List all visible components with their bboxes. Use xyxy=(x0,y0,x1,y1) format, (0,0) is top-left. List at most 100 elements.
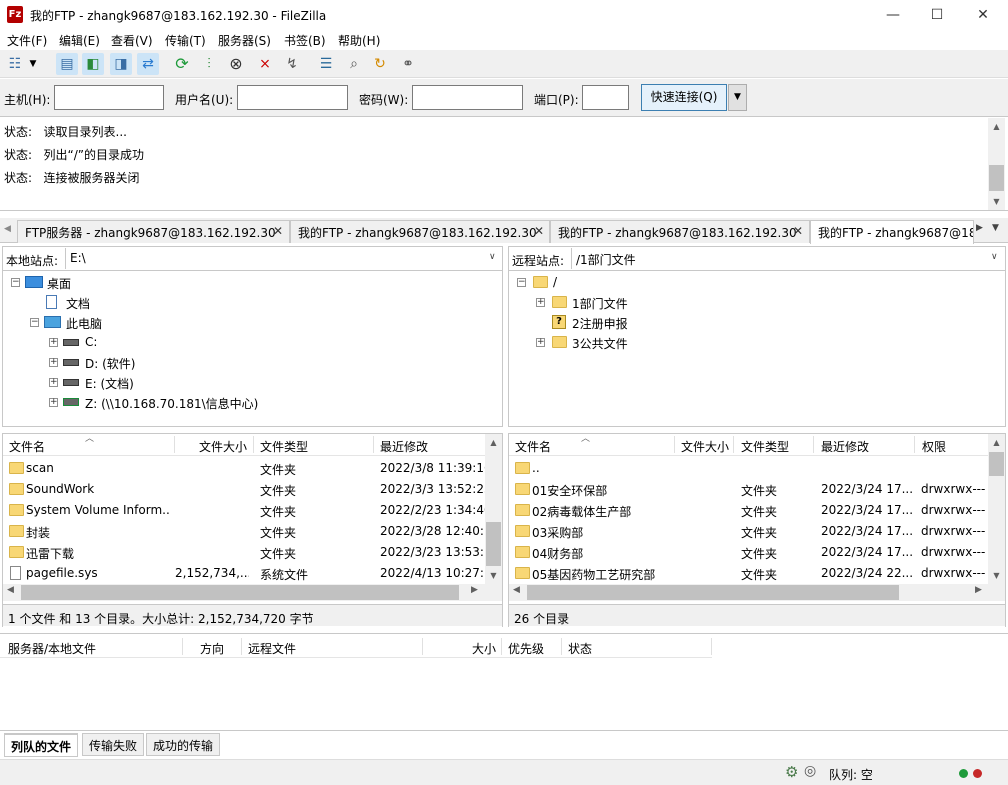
host-input[interactable] xyxy=(54,85,164,110)
tab-connection-3[interactable]: 我的FTP - zhangk9687@183.162.192.30 ✕ xyxy=(550,220,810,243)
scroll-thumb[interactable] xyxy=(21,585,459,600)
tab-failed-transfers[interactable]: 传输失败 xyxy=(82,733,145,756)
site-manager-icon[interactable]: ☷ xyxy=(4,53,26,75)
menu-help[interactable]: 帮助(H) xyxy=(338,32,380,49)
speed-limit-icon[interactable]: ◎ xyxy=(804,763,816,779)
tree-item[interactable]: + Z: (\\10.168.70.181\信息中心) xyxy=(3,393,498,413)
log-scrollbar[interactable]: ▲ ▼ xyxy=(988,118,1005,210)
toggle-local-tree-icon[interactable]: ◧ xyxy=(82,53,104,75)
file-row[interactable]: scan 文件夹 2022/3/8 11:39:16 xyxy=(3,458,486,479)
local-list-vscroll[interactable]: ▲ ▼ xyxy=(485,434,502,584)
column-separator[interactable] xyxy=(174,436,175,453)
file-row[interactable]: 04财务部 文件夹 2022/3/24 17... drwxrwx--- xyxy=(509,542,988,563)
expand-icon[interactable]: + xyxy=(49,338,58,347)
scroll-thumb[interactable] xyxy=(989,452,1004,476)
process-queue-icon[interactable]: ⫶ xyxy=(198,53,220,75)
scroll-down-icon[interactable]: ▼ xyxy=(485,567,502,584)
toggle-remote-tree-icon[interactable]: ◨ xyxy=(110,53,132,75)
menu-edit[interactable]: 编辑(E) xyxy=(59,32,100,49)
close-tab-icon[interactable]: ✕ xyxy=(534,224,544,238)
scroll-thumb[interactable] xyxy=(486,522,501,566)
tab-connection-4[interactable]: 我的FTP - zhangk9687@183.162.192.30 xyxy=(810,220,974,244)
tab-scroll-right-icon[interactable]: ▶ xyxy=(976,223,983,233)
tree-item[interactable]: − 此电脑 xyxy=(3,313,498,333)
tree-item[interactable]: − 桌面 xyxy=(3,273,498,293)
username-input[interactable] xyxy=(237,85,348,110)
reconnect-icon[interactable]: ↯ xyxy=(281,53,303,75)
file-row[interactable]: .. xyxy=(509,458,988,479)
tab-scroll-left-icon[interactable]: ◀ xyxy=(4,224,11,234)
column-separator[interactable] xyxy=(422,638,423,655)
maximize-button[interactable]: ☐ xyxy=(914,0,960,30)
collapse-icon[interactable]: − xyxy=(517,278,526,287)
disconnect-icon[interactable]: ⨯ xyxy=(254,53,276,75)
remote-list-vscroll[interactable]: ▲ ▼ xyxy=(988,434,1005,584)
file-row[interactable]: 05基因药物工艺研究部 文件夹 2022/3/24 22... drwxrwx-… xyxy=(509,563,988,584)
scroll-left-icon[interactable]: ◀ xyxy=(513,585,520,595)
remote-path-input[interactable]: /1部门文件 xyxy=(571,248,1005,269)
scroll-right-icon[interactable]: ▶ xyxy=(975,585,982,595)
column-server-local[interactable]: 服务器/本地文件 xyxy=(2,640,96,657)
minimize-button[interactable]: — xyxy=(870,0,916,30)
local-path-input[interactable]: E:\ xyxy=(65,248,502,269)
column-modified[interactable]: 最近修改 xyxy=(815,438,869,455)
quickconnect-button[interactable]: 快速连接(Q) xyxy=(641,84,727,111)
expand-icon[interactable]: + xyxy=(49,358,58,367)
chevron-down-icon[interactable]: ∨ xyxy=(489,252,496,262)
filter-icon[interactable]: ☰ xyxy=(315,53,337,75)
tree-item[interactable]: + C: xyxy=(3,333,498,353)
toggle-log-icon[interactable]: ▤ xyxy=(56,53,78,75)
tree-item[interactable]: ? 2注册申报 xyxy=(509,313,989,333)
port-input[interactable] xyxy=(582,85,629,110)
search-icon[interactable]: ⌕ xyxy=(343,53,365,75)
collapse-icon[interactable]: − xyxy=(30,318,39,327)
tree-item[interactable]: + E: (文档) xyxy=(3,373,498,393)
cancel-icon[interactable]: ⊗ xyxy=(225,53,247,75)
column-separator[interactable] xyxy=(733,436,734,453)
column-name[interactable]: 文件名 xyxy=(3,438,45,455)
column-permissions[interactable]: 权限 xyxy=(916,438,946,455)
find-files-icon[interactable]: ⚭ xyxy=(397,53,419,75)
menu-server[interactable]: 服务器(S) xyxy=(218,32,271,49)
column-size[interactable]: 文件大小 xyxy=(193,438,247,455)
scroll-thumb[interactable] xyxy=(527,585,899,600)
file-row[interactable]: 封装 文件夹 2022/3/28 12:40:... xyxy=(3,521,486,542)
tree-item[interactable]: 文档 xyxy=(3,293,498,313)
file-row[interactable]: 01安全环保部 文件夹 2022/3/24 17... drwxrwx--- xyxy=(509,479,988,500)
tab-queued-files[interactable]: 列队的文件 xyxy=(4,733,79,757)
column-remote-file[interactable]: 远程文件 xyxy=(242,640,296,657)
column-separator[interactable] xyxy=(813,436,814,453)
tree-item[interactable]: − / xyxy=(509,273,989,293)
menu-view[interactable]: 查看(V) xyxy=(111,32,153,49)
quickconnect-dropdown-icon[interactable]: ▼ xyxy=(728,84,747,111)
column-separator[interactable] xyxy=(182,638,183,655)
scroll-down-icon[interactable]: ▼ xyxy=(988,193,1005,210)
expand-icon[interactable]: + xyxy=(536,338,545,347)
scroll-down-icon[interactable]: ▼ xyxy=(988,567,1005,584)
scroll-up-icon[interactable]: ▲ xyxy=(988,118,1005,135)
scroll-up-icon[interactable]: ▲ xyxy=(988,434,1005,451)
tree-item[interactable]: + 1部门文件 xyxy=(509,293,989,313)
refresh-icon[interactable]: ⟳ xyxy=(171,53,193,75)
scroll-up-icon[interactable]: ▲ xyxy=(485,434,502,451)
password-input[interactable] xyxy=(412,85,523,110)
tab-connection-2[interactable]: 我的FTP - zhangk9687@183.162.192.30 ✕ xyxy=(290,220,550,243)
file-row[interactable]: SoundWork 文件夹 2022/3/3 13:52:23 xyxy=(3,479,486,500)
close-tab-icon[interactable]: ✕ xyxy=(273,224,283,238)
close-tab-icon[interactable]: ✕ xyxy=(793,224,803,238)
column-priority[interactable]: 优先级 xyxy=(502,640,544,657)
tab-successful-transfers[interactable]: 成功的传输 xyxy=(146,733,221,756)
site-manager-dropdown-icon[interactable]: ▼ xyxy=(26,53,40,75)
scroll-thumb[interactable] xyxy=(989,165,1004,191)
file-row[interactable]: pagefile.sys 2,152,734,... 系统文件 2022/4/1… xyxy=(3,563,486,584)
column-type[interactable]: 文件类型 xyxy=(254,438,308,455)
sync-browse-icon[interactable]: ↻ xyxy=(369,53,391,75)
collapse-icon[interactable]: − xyxy=(11,278,20,287)
local-list-hscroll[interactable]: ◀ ▶ xyxy=(3,584,502,601)
tree-item[interactable]: + D: (软件) xyxy=(3,353,498,373)
column-modified[interactable]: 最近修改 xyxy=(374,438,428,455)
file-row[interactable]: 03采购部 文件夹 2022/3/24 17... drwxrwx--- xyxy=(509,521,988,542)
column-separator[interactable] xyxy=(711,638,712,655)
column-size[interactable]: 文件大小 xyxy=(675,438,729,455)
toggle-queue-icon[interactable]: ⇄ xyxy=(137,53,159,75)
